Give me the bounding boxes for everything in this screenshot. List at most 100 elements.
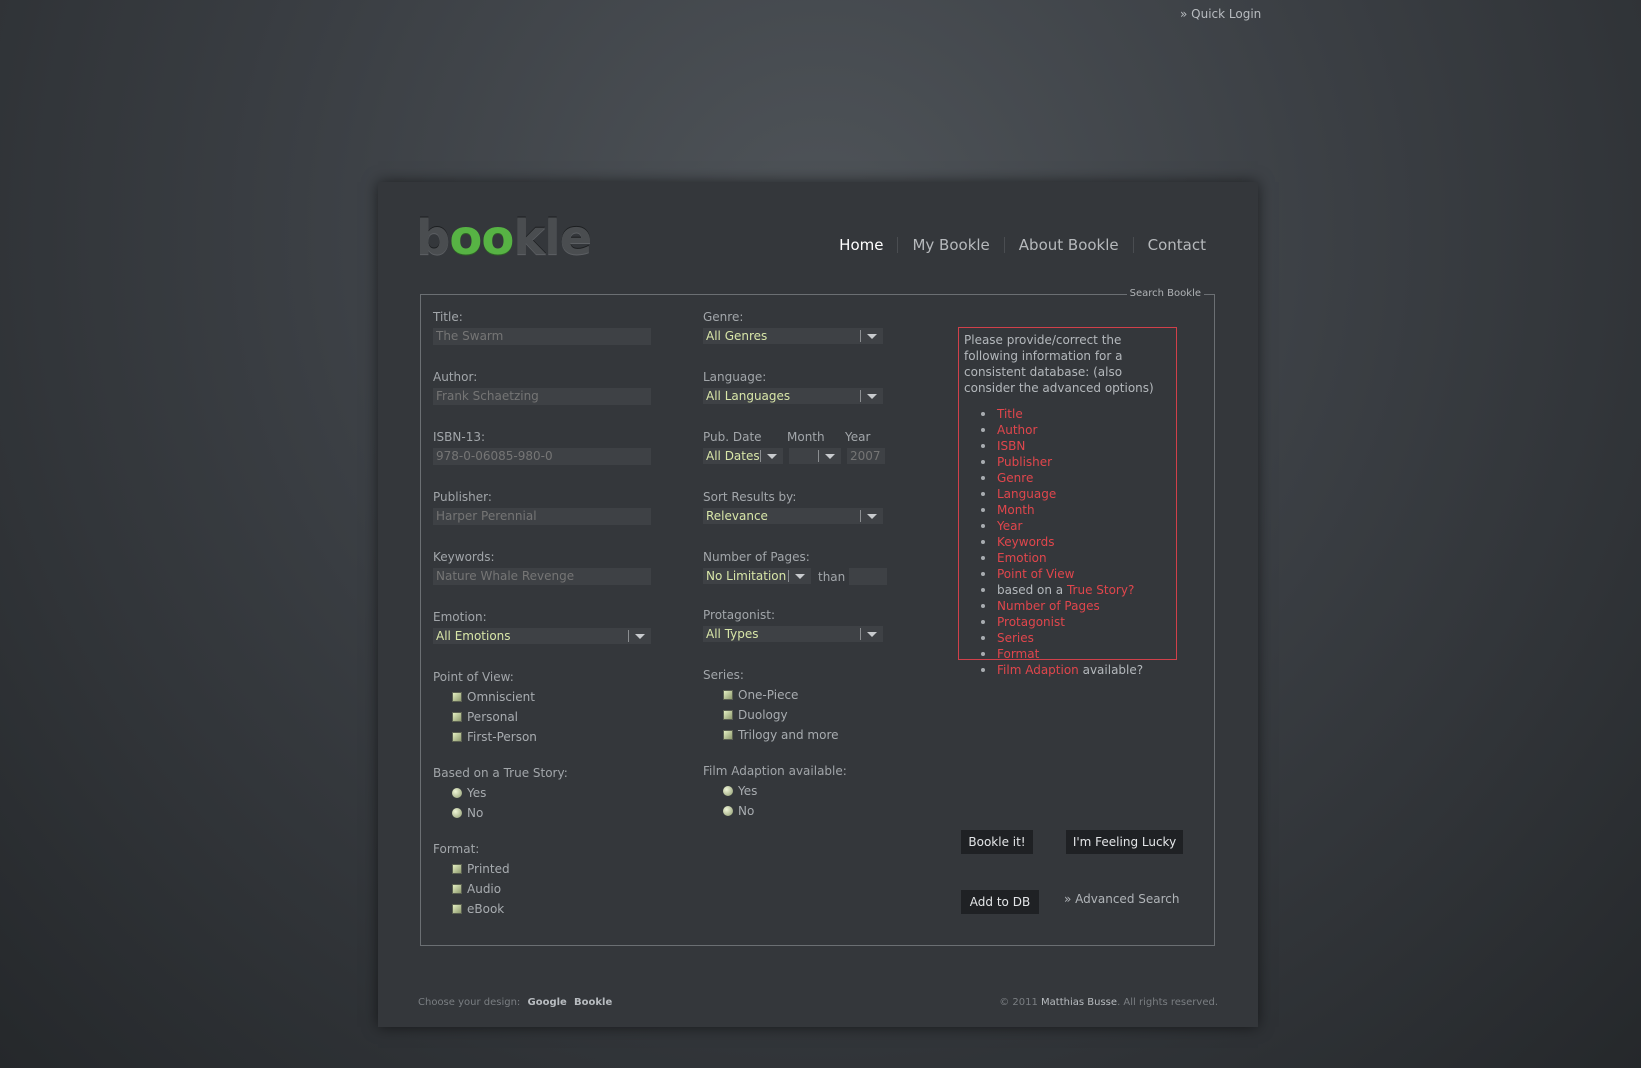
feeling-lucky-button[interactable]: I'm Feeling Lucky — [1066, 830, 1183, 854]
checkbox-icon — [723, 730, 733, 740]
validation-item: Film Adaption available? — [981, 662, 1176, 678]
pov-first-person-label: First-Person — [467, 730, 537, 744]
protagonist-select[interactable]: All Types — [703, 626, 883, 642]
validation-item-field[interactable]: Number of Pages — [997, 599, 1100, 613]
validation-info-box: Please provide/correct the following inf… — [958, 327, 1177, 677]
main-panel: bookle Home My Bookle About Bookle Conta… — [378, 182, 1258, 1027]
checkbox-icon — [452, 864, 462, 874]
sort-select[interactable]: Relevance — [703, 508, 883, 524]
main-nav: Home My Bookle About Bookle Contact — [825, 237, 1220, 253]
language-value: All Languages — [706, 389, 791, 403]
publisher-input[interactable] — [433, 508, 651, 525]
emotion-label: Emotion: — [433, 610, 487, 624]
validation-item-field[interactable]: Genre — [997, 471, 1033, 485]
validation-item-field[interactable]: Author — [997, 423, 1037, 437]
design-bookle-link[interactable]: Bookle — [574, 997, 612, 1008]
emotion-select[interactable]: All Emotions — [433, 628, 651, 644]
pages-input[interactable] — [849, 568, 887, 585]
validation-list: Title Author ISBN Publisher Genre Language Mon… — [964, 406, 1176, 678]
validation-item: Publisher — [981, 454, 1176, 470]
language-label: Language: — [703, 370, 767, 384]
validation-item: Genre — [981, 470, 1176, 486]
validation-item-field[interactable]: Point of View — [997, 567, 1074, 581]
keywords-input[interactable] — [433, 568, 651, 585]
validation-item-field[interactable]: True Story? — [1067, 583, 1134, 597]
validation-item-field[interactable]: Series — [997, 631, 1034, 645]
validation-item-field[interactable]: ISBN — [997, 439, 1025, 453]
rights-text: . All rights reserved. — [1117, 997, 1218, 1008]
format-audio-label: Audio — [467, 882, 502, 896]
checkbox-icon — [452, 712, 462, 722]
nav-about-bookle[interactable]: About Bookle — [1003, 237, 1133, 253]
pubdate-select[interactable]: All Dates — [703, 448, 783, 464]
validation-item: Author — [981, 422, 1176, 438]
chevron-down-icon — [860, 510, 879, 522]
validation-item: Protagonist — [981, 614, 1176, 630]
logo-kle: kle — [513, 210, 592, 266]
logo-oo: oo — [449, 210, 514, 266]
search-form: Search Bookle Title: Author: ISBN-13: Pu… — [420, 288, 1215, 946]
validation-item: Title — [981, 406, 1176, 422]
format-ebook-label: eBook — [467, 902, 505, 916]
film-no-label: No — [738, 804, 755, 818]
protagonist-label: Protagonist: — [703, 608, 775, 622]
chevron-down-icon — [860, 330, 879, 342]
pubdate-label: Pub. Date — [703, 430, 762, 444]
isbn-input[interactable] — [433, 448, 651, 465]
validation-item-field[interactable]: Film Adaption — [997, 663, 1079, 677]
genre-select[interactable]: All Genres — [703, 328, 883, 344]
validation-item-field[interactable]: Month — [997, 503, 1035, 517]
checkbox-icon — [723, 690, 733, 700]
validation-intro: Please provide/correct the following inf… — [964, 333, 1154, 395]
true-story-no-label: No — [467, 806, 484, 820]
nav-home[interactable]: Home — [825, 237, 897, 253]
pov-personal-label: Personal — [467, 710, 519, 724]
author-input[interactable] — [433, 388, 651, 405]
genre-value: All Genres — [706, 329, 768, 343]
keywords-label: Keywords: — [433, 550, 495, 564]
pages-select[interactable]: No Limitation — [703, 568, 811, 584]
validation-item-field[interactable]: Protagonist — [997, 615, 1065, 629]
author-link[interactable]: Matthias Busse — [1041, 997, 1117, 1008]
validation-item: Series — [981, 630, 1176, 646]
quick-login-link[interactable]: » Quick Login — [1180, 7, 1261, 21]
pages-label: Number of Pages: — [703, 550, 810, 564]
film-label: Film Adaption available: — [703, 764, 847, 778]
validation-item-field[interactable]: Keywords — [997, 535, 1055, 549]
validation-item-field[interactable]: Emotion — [997, 551, 1047, 565]
emotion-value: All Emotions — [436, 629, 511, 643]
validation-item: Year — [981, 518, 1176, 534]
validation-item-prefix: based on a — [997, 583, 1067, 597]
sort-value: Relevance — [706, 509, 768, 523]
pov-label: Point of View: — [433, 670, 514, 684]
validation-item: Language — [981, 486, 1176, 502]
chevron-down-icon — [860, 628, 879, 640]
bookle-logo[interactable]: bookle — [416, 210, 592, 266]
title-label: Title: — [433, 310, 463, 324]
add-to-db-button[interactable]: Add to DB — [961, 890, 1039, 914]
validation-item-field[interactable]: Year — [997, 519, 1022, 533]
validation-item: ISBN — [981, 438, 1176, 454]
language-select[interactable]: All Languages — [703, 388, 883, 404]
advanced-search-link[interactable]: » Advanced Search — [1064, 892, 1179, 906]
validation-item-field[interactable]: Language — [997, 487, 1056, 501]
nav-my-bookle[interactable]: My Bookle — [897, 237, 1003, 253]
validation-item: Format — [981, 646, 1176, 662]
validation-item-field[interactable]: Format — [997, 647, 1039, 661]
bookle-it-button[interactable]: Bookle it! — [961, 830, 1033, 854]
radio-icon — [723, 806, 733, 816]
radio-icon — [452, 788, 462, 798]
validation-item-field[interactable]: Title — [997, 407, 1023, 421]
chevron-down-icon — [628, 630, 647, 642]
chevron-down-icon — [860, 390, 879, 402]
validation-item-field[interactable]: Publisher — [997, 455, 1052, 469]
year-input[interactable] — [847, 448, 885, 464]
month-select[interactable] — [789, 448, 841, 464]
true-story-label: Based on a True Story: — [433, 766, 568, 780]
design-google-link[interactable]: Google — [528, 997, 567, 1008]
true-story-yes-label: Yes — [467, 786, 487, 800]
checkbox-icon — [452, 884, 462, 894]
nav-contact[interactable]: Contact — [1132, 237, 1220, 253]
title-input[interactable] — [433, 328, 651, 345]
pages-value: No Limitation — [706, 569, 787, 583]
